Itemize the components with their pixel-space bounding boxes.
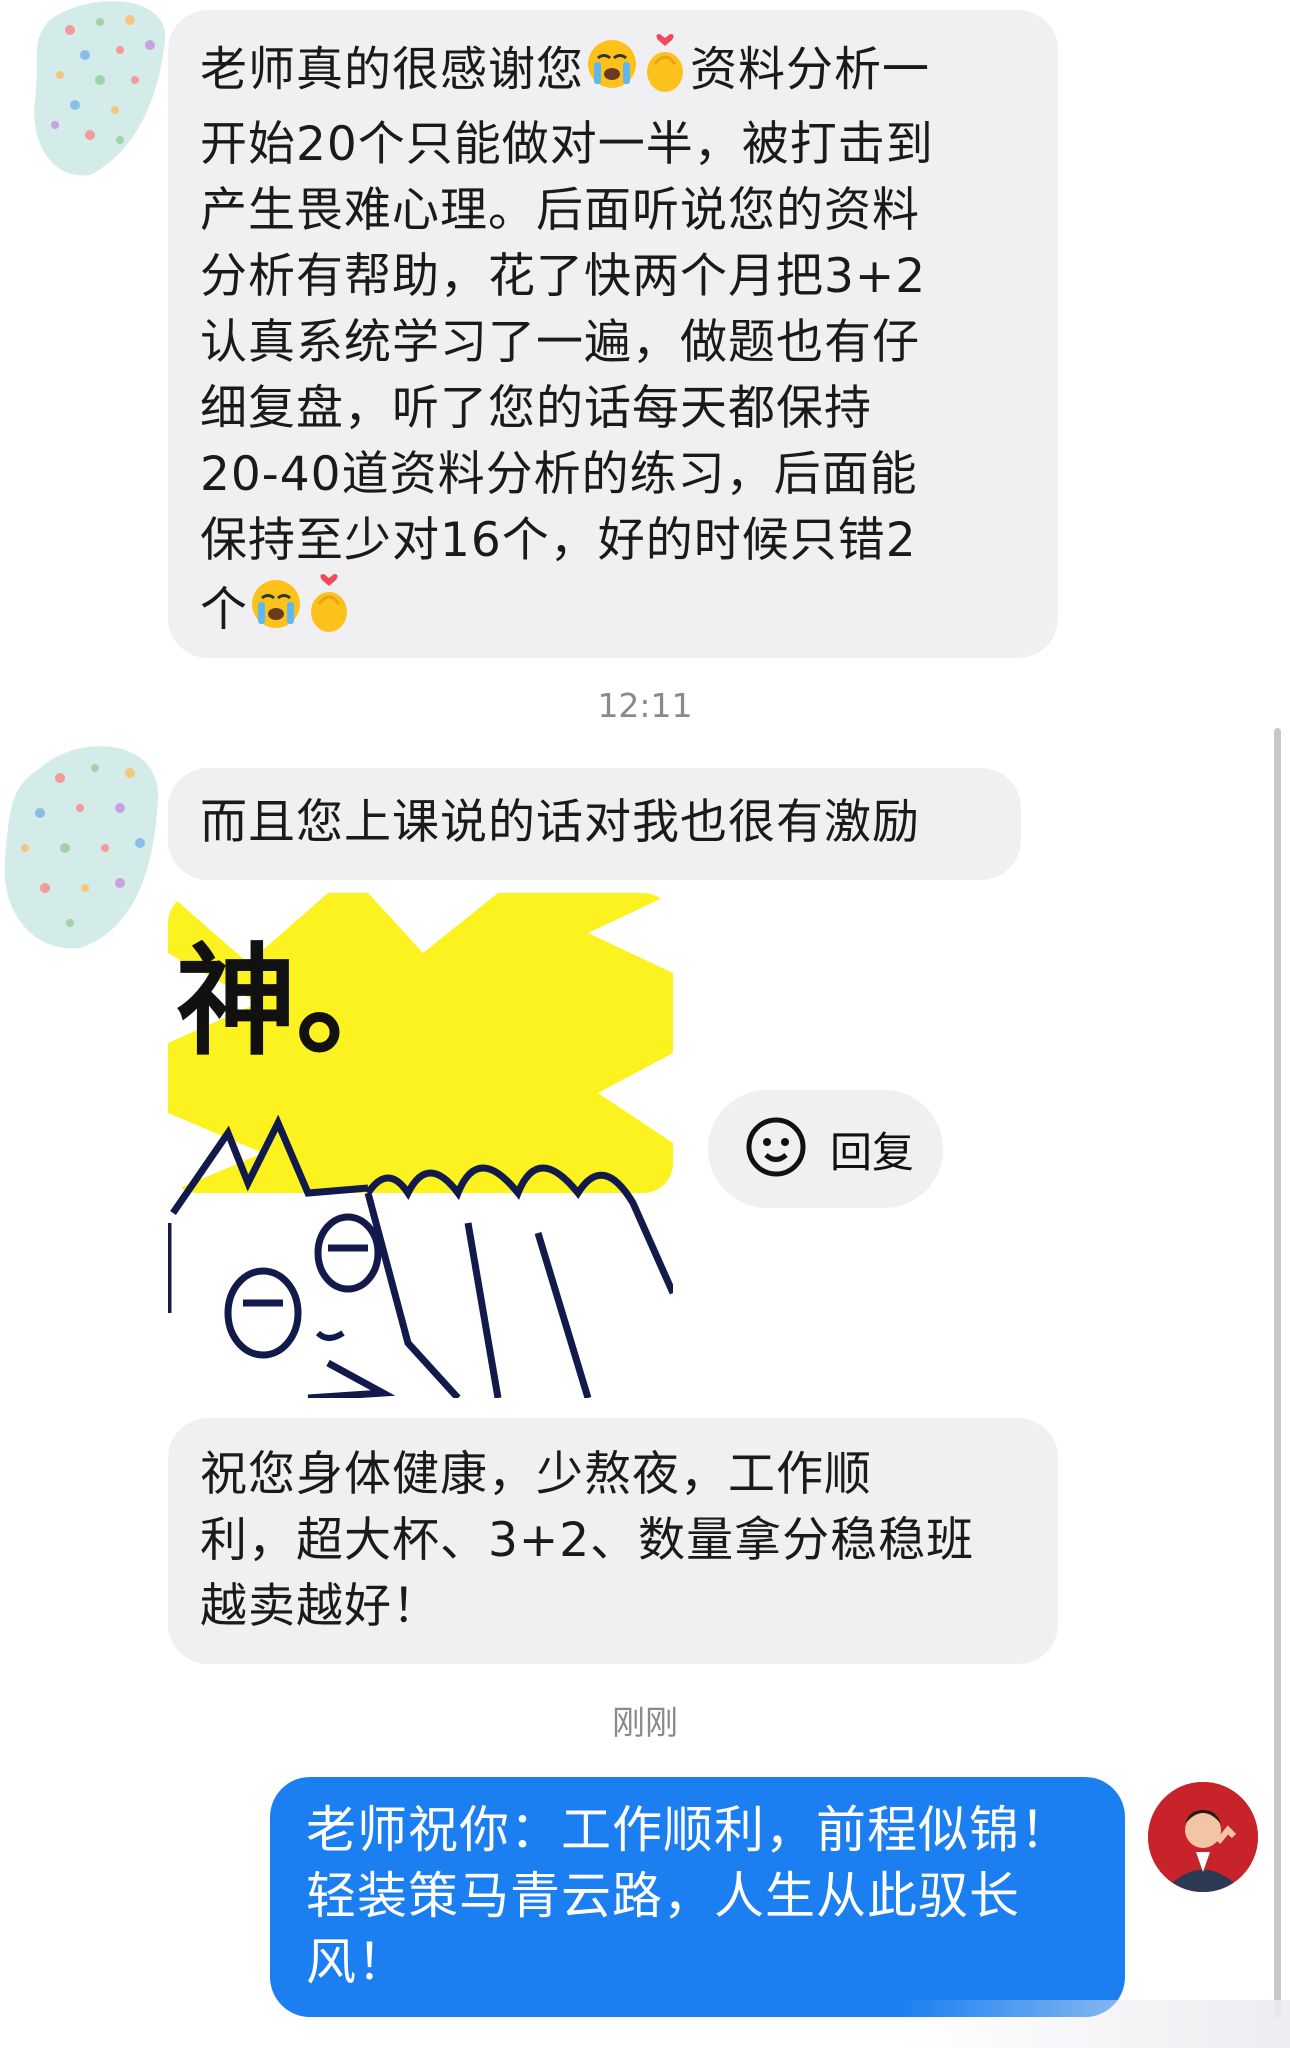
sticker-caption: 神。: [176, 933, 416, 1072]
message-line: 个: [200, 582, 248, 638]
message-timestamp: 12:11: [597, 686, 693, 725]
message-bubble-received[interactable]: 而且您上课说的话对我也很有激励: [168, 768, 1021, 880]
message-line: 开始20个只能做对一半，被打击到: [200, 117, 934, 172]
message-line: 保持至少对16个，好的时候只错2: [200, 513, 917, 568]
message-line: 资料分析一: [690, 42, 930, 98]
finger-heart-icon: [640, 34, 690, 112]
student-avatar[interactable]: [0, 738, 165, 953]
message-line: 20-40道资料分析的练习，后面能: [200, 447, 918, 502]
message-timestamp: 刚刚: [612, 1703, 678, 1742]
bottom-edge-fade: [900, 2000, 1290, 2048]
message-line: 产生畏难心理。后面听说您的资料: [200, 183, 920, 238]
message-bubble-received[interactable]: 祝您身体健康，少熬夜，工作顺 利，超大杯、3+2、数量拿分稳稳班 越卖越好！: [168, 1418, 1058, 1664]
loudly-crying-face-icon: [584, 36, 640, 110]
scrollbar[interactable]: [1274, 728, 1281, 2018]
message-line: 老师祝你：工作顺利，前程似锦！: [306, 1801, 1071, 1859]
message-line: 祝您身体健康，少熬夜，工作顺: [200, 1447, 872, 1502]
message-line: 越卖越好！: [200, 1579, 440, 1634]
finger-heart-icon: [304, 574, 354, 652]
message-line: 风！: [306, 1933, 408, 1991]
sticker-image[interactable]: 神。: [168, 893, 673, 1398]
loudly-crying-face-icon: [248, 576, 304, 650]
message-line: 细复盘，听了您的话每天都保持: [200, 381, 872, 436]
message-line: 老师真的很感谢您: [200, 42, 584, 98]
smiley-face-icon: [744, 1115, 808, 1183]
message-bubble-sent[interactable]: 老师祝你：工作顺利，前程似锦！ 轻装策马青云路，人生从此驭长 风！: [270, 1777, 1125, 2017]
message-line: 利，超大杯、3+2、数量拿分稳稳班: [200, 1513, 975, 1568]
message-line: 轻装策马青云路，人生从此驭长: [306, 1867, 1020, 1925]
teacher-avatar[interactable]: [1148, 1782, 1258, 1892]
message-line: 认真系统学习了一遍，做题也有仔: [200, 315, 920, 370]
reply-label: 回复: [830, 1127, 915, 1177]
message-text: 而且您上课说的话对我也很有激励: [200, 795, 920, 850]
message-line: 分析有帮助，花了快两个月把3+2: [200, 249, 927, 304]
reply-button[interactable]: 回复: [708, 1090, 943, 1208]
student-avatar[interactable]: [30, 0, 170, 178]
message-bubble-received[interactable]: 老师真的很感谢您 资料分析一 开始20个只能做对一半，被打击到 产生畏难心理。后…: [168, 10, 1058, 658]
